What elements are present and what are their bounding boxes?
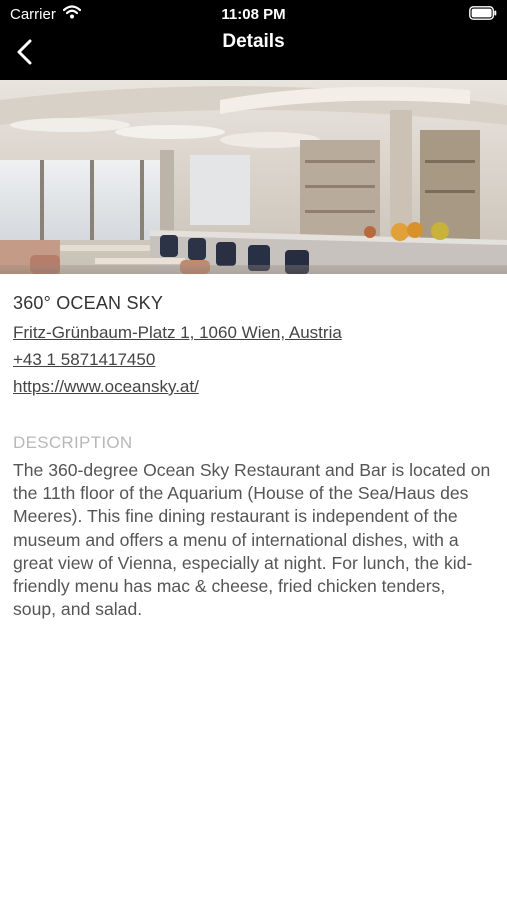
address-link[interactable]: Fritz-Grünbaum-Platz 1, 1060 Wien, Austr…	[13, 323, 342, 343]
battery-icon	[469, 6, 497, 20]
details-content: 360° OCEAN SKY Fritz-Grünbaum-Platz 1, 1…	[13, 293, 493, 621]
restaurant-photo	[0, 80, 507, 274]
website-link[interactable]: https://www.oceansky.at/	[13, 377, 199, 397]
hero-image	[0, 80, 507, 274]
navigation-bar: Carrier 11:08 PM Details	[0, 0, 507, 80]
description-text: The 360-degree Ocean Sky Restaurant and …	[13, 460, 491, 620]
status-time: 11:08 PM	[221, 6, 286, 23]
place-name: 360° OCEAN SKY	[13, 293, 164, 313]
description-heading: DESCRIPTION	[13, 433, 133, 452]
page-title: Details	[222, 31, 285, 52]
phone-link[interactable]: +43 1 5871417450	[13, 350, 155, 370]
